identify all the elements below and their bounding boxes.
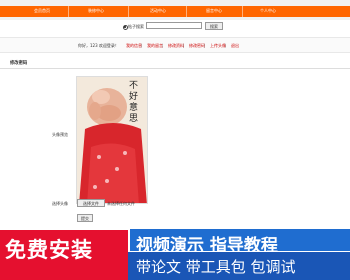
nav-item-decor-center[interactable]: 装修中心 [88,8,104,14]
link-divider: | [225,43,227,48]
link-divider: | [162,43,164,48]
radio-selected-dot [124,26,126,28]
avatar-preview-label: 头像预览 [52,132,68,137]
link-edit-profile[interactable]: 修改资料 [168,43,184,49]
link-divider: | [141,43,143,48]
nav-divider [242,6,243,17]
link-change-password[interactable]: 修改密码 [189,43,205,49]
nav-item-member-home[interactable]: 会员首页 [34,8,50,14]
promo-right-sub-text: 带论文 带工具包 包调试 [136,258,296,276]
photo-caption: 不好意思 [129,81,139,124]
choose-file-button[interactable]: 选择文件 [77,199,105,207]
search-input[interactable] [146,22,202,29]
welcome-text: 你好，123 欢迎登录！ [78,43,119,48]
section-divider [0,68,350,69]
search-type-label: 帖子搜索 [128,24,144,29]
link-my-messages[interactable]: 我的留言 [147,43,163,49]
nav-divider [128,6,129,17]
link-logout[interactable]: 退出 [231,43,239,49]
nav-divider [186,6,187,17]
nav-item-activity-center[interactable]: 活动中心 [150,8,166,14]
file-status-text: 未选择任何文件 [107,201,135,206]
nav-item-personal-center[interactable]: 个人中心 [260,8,276,14]
search-button[interactable]: 搜索 [205,22,223,30]
avatar-preview-image: 不好意思 [76,76,148,204]
promo-left-text: 免费安装 [5,238,93,262]
nav-item-message-center[interactable]: 留言中心 [206,8,222,14]
submit-button[interactable]: 提交 [77,214,93,222]
link-upload-avatar[interactable]: 上传头像 [210,43,226,49]
section-title: 修改密码 [10,61,28,66]
top-nav-strip [0,6,350,17]
link-divider: | [183,43,185,48]
link-divider: | [204,43,206,48]
nav-divider [68,6,69,17]
link-my-info[interactable]: 我的信息 [126,43,142,49]
upload-avatar-label: 选择头像 [52,201,68,206]
